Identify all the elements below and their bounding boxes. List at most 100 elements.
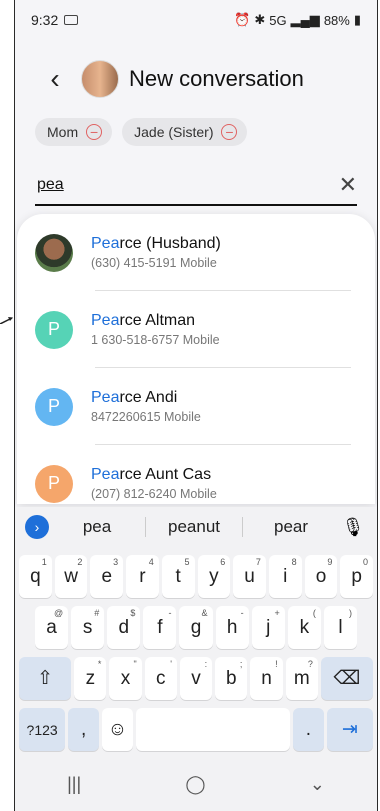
key-label: b (225, 667, 237, 689)
recipient-search: ✕ (35, 166, 357, 206)
comma-key[interactable]: , (68, 708, 100, 751)
key-label: q (30, 565, 41, 587)
key-hint: ; (239, 659, 243, 669)
key-g[interactable]: & g (179, 606, 213, 649)
back-nav-icon[interactable]: ⌄ (310, 774, 325, 795)
contact-row[interactable]: P Pearce Aunt Cas (207) 812-6240 Mobile (17, 445, 375, 504)
recipient-chip-jade[interactable]: Jade (Sister) − (122, 118, 248, 146)
name-rest: rce Aunt Cas (119, 466, 212, 483)
key-j[interactable]: + j (251, 606, 285, 649)
key-m[interactable]: ? m (285, 657, 318, 700)
phone-number: 8472260615 (91, 410, 161, 424)
key-hint: : (204, 659, 208, 669)
backspace-key-icon[interactable]: ⌫ (320, 657, 373, 700)
key-row-1: 1q2w3e4r5t6y7u8i9o0p (15, 555, 377, 598)
suggestion-word[interactable]: peanut (146, 517, 242, 537)
key-label: d (118, 616, 130, 638)
key-c[interactable]: ' c (144, 657, 177, 700)
contact-row[interactable]: Pearce (Husband) (630) 415-5191 Mobile (17, 214, 375, 291)
phone-type: Mobile (179, 256, 217, 270)
name-highlight: Pea (91, 389, 120, 406)
recipient-chip-mom[interactable]: Mom − (35, 118, 113, 146)
contact-row[interactable]: P Pearce Altman 1 630-518-6757 Mobile (17, 291, 375, 368)
key-p[interactable]: 0p (340, 555, 374, 598)
recents-icon[interactable]: ||| (67, 774, 81, 795)
name-highlight: Pea (91, 466, 120, 483)
suggestion-word[interactable]: pear (243, 517, 339, 537)
key-x[interactable]: " x (109, 657, 142, 700)
key-i[interactable]: 8i (268, 555, 302, 598)
key-hint: * (97, 659, 102, 669)
key-d[interactable]: $ d (107, 606, 141, 649)
send-arrow-icon[interactable]: ⇥ (326, 708, 373, 751)
key-s[interactable]: # s (71, 606, 105, 649)
key-hint: 1 (41, 557, 47, 567)
suggestion-word[interactable]: pea (49, 517, 145, 537)
key-label: p (351, 565, 362, 587)
period-key[interactable]: . (292, 708, 324, 751)
home-icon[interactable]: ◯ (185, 774, 205, 795)
contact-name: Pearce Andi (91, 389, 201, 407)
key-r[interactable]: 4r (126, 555, 159, 598)
key-a[interactable]: @ a (35, 606, 69, 649)
signal-icon: ▂▄▆ (290, 12, 320, 27)
key-hint: - (240, 608, 244, 618)
key-hint: ! (275, 659, 278, 669)
chip-label: Mom (47, 124, 79, 140)
key-hint: ? (307, 659, 313, 669)
key-y[interactable]: 6y (197, 555, 231, 598)
key-o[interactable]: 9o (304, 555, 338, 598)
suggestion-bar: › pea peanut pear 🎙 (15, 507, 377, 547)
key-hint: # (94, 608, 100, 618)
remove-minus-icon[interactable]: − (221, 124, 238, 140)
key-h[interactable]: -h (215, 606, 249, 649)
space-key[interactable] (135, 708, 290, 751)
key-q[interactable]: 1q (19, 555, 52, 598)
emoji-key-icon[interactable]: ☺ (102, 708, 133, 751)
key-k[interactable]: (k (287, 606, 321, 649)
key-label: u (244, 565, 255, 587)
key-hint: 9 (327, 557, 333, 567)
symbols-key[interactable]: ?123 (19, 708, 66, 751)
key-label: o (315, 565, 327, 587)
key-label: e (101, 565, 113, 587)
key-hint: - (168, 608, 172, 618)
status-bar: 9:32 ⏰ ✱ 5G ▂▄▆ 88% ▮ (15, 0, 377, 40)
key-l[interactable]: ) l (323, 606, 357, 649)
key-v[interactable]: :v (179, 657, 213, 700)
clear-x-icon[interactable]: ✕ (339, 172, 357, 198)
key-n[interactable]: ! n (250, 657, 283, 700)
network-label: 5G (269, 12, 287, 28)
contact-name: Pearce (Husband) (91, 235, 221, 253)
shift-key-icon[interactable]: ⇧ (19, 657, 72, 700)
key-w[interactable]: 2w (54, 555, 88, 598)
key-row-2: @ a # s $ d - f & g - h + j(k) l (15, 606, 377, 649)
search-input[interactable] (35, 175, 297, 195)
key-hint: 5 (184, 557, 190, 567)
alarm-icon: ⏰ (234, 12, 251, 27)
key-label: j (266, 616, 271, 638)
contact-initial-avatar: P (35, 387, 73, 426)
back-chevron-icon[interactable]: ‹ (35, 59, 75, 99)
name-rest: rce Altman (119, 312, 196, 329)
key-z[interactable]: * z (74, 657, 107, 700)
phone-frame: 9:32 ⏰ ✱ 5G ▂▄▆ 88% ▮ ‹ New conversation… (14, 0, 378, 811)
key-t[interactable]: 5t (161, 555, 195, 598)
phone-type: Mobile (179, 487, 217, 501)
phone-type: Mobile (164, 410, 201, 424)
key-f[interactable]: -f (143, 606, 177, 649)
phone-number: (207) 812-6240 (91, 487, 177, 501)
contact-row[interactable]: P Pearce Andi 8472260615 Mobile (17, 368, 375, 445)
key-u[interactable]: 7u (233, 555, 266, 598)
key-b[interactable]: ; b (215, 657, 248, 700)
name-rest: rce (Husband) (119, 235, 221, 252)
key-e[interactable]: 3e (90, 555, 124, 598)
key-label: m (293, 667, 310, 689)
remove-minus-icon[interactable]: − (86, 124, 103, 140)
key-label: h (226, 616, 238, 638)
notification-icon (64, 15, 79, 25)
key-label: c (156, 667, 166, 689)
microphone-icon[interactable]: 🎙 (339, 517, 367, 538)
pointer-arrow (0, 317, 13, 324)
expand-arrow-icon[interactable]: › (25, 515, 49, 539)
